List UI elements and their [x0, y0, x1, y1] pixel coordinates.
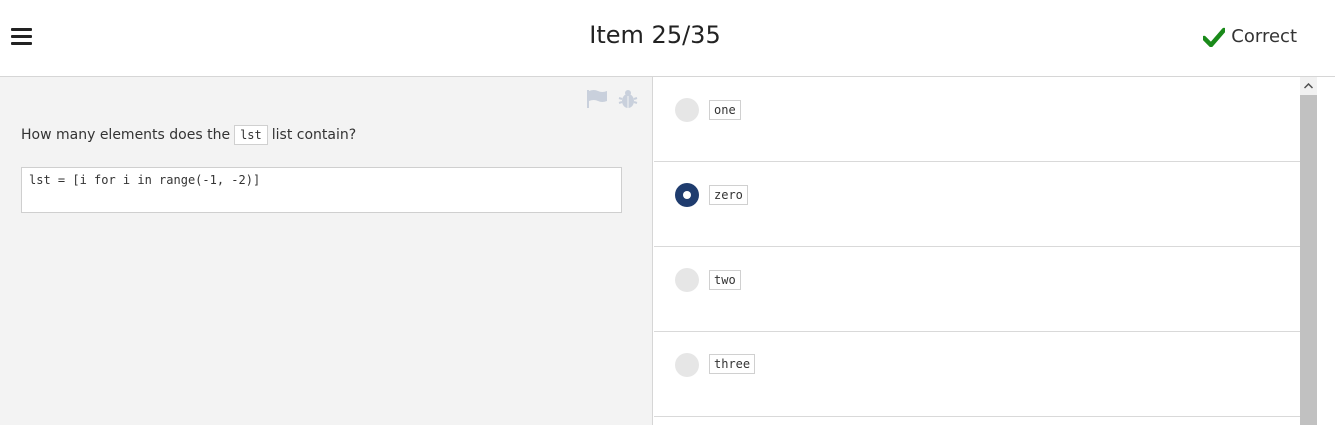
status-indicator: Correct	[1203, 26, 1297, 47]
answer-pane: one zero two three	[654, 77, 1335, 425]
question-prefix: How many elements does the	[21, 127, 231, 143]
answer-option[interactable]: one	[654, 77, 1300, 162]
option-label: three	[709, 354, 756, 374]
status-label: Correct	[1231, 26, 1297, 47]
option-label: one	[709, 100, 741, 120]
radio-button[interactable]	[675, 353, 699, 377]
scrollbar[interactable]	[1300, 77, 1317, 425]
code-snippet: lst = [i for i in range(-1, -2)]	[21, 167, 622, 213]
option-label: two	[709, 270, 741, 290]
flag-icon[interactable]	[586, 89, 608, 113]
question-text: How many elements does the lst list cont…	[21, 125, 356, 145]
answer-option[interactable]: three	[654, 332, 1300, 417]
scroll-thumb[interactable]	[1300, 95, 1317, 425]
option-label: zero	[709, 185, 748, 205]
page-title: Item 25/35	[589, 21, 721, 49]
checkmark-icon	[1203, 27, 1226, 47]
bug-icon[interactable]	[618, 89, 638, 113]
question-pane: How many elements does the lst list cont…	[0, 77, 653, 425]
question-suffix: list contain?	[271, 127, 357, 143]
answer-option[interactable]: zero	[654, 162, 1300, 247]
scroll-up-arrow-icon[interactable]	[1300, 77, 1317, 94]
radio-button[interactable]	[675, 268, 699, 292]
question-inline-code: lst	[234, 125, 268, 145]
question-tools	[586, 89, 638, 113]
radio-button-selected[interactable]	[675, 183, 699, 207]
header-bar: Item 25/35 Correct	[0, 0, 1335, 77]
radio-button[interactable]	[675, 98, 699, 122]
answer-option[interactable]: two	[654, 247, 1300, 332]
